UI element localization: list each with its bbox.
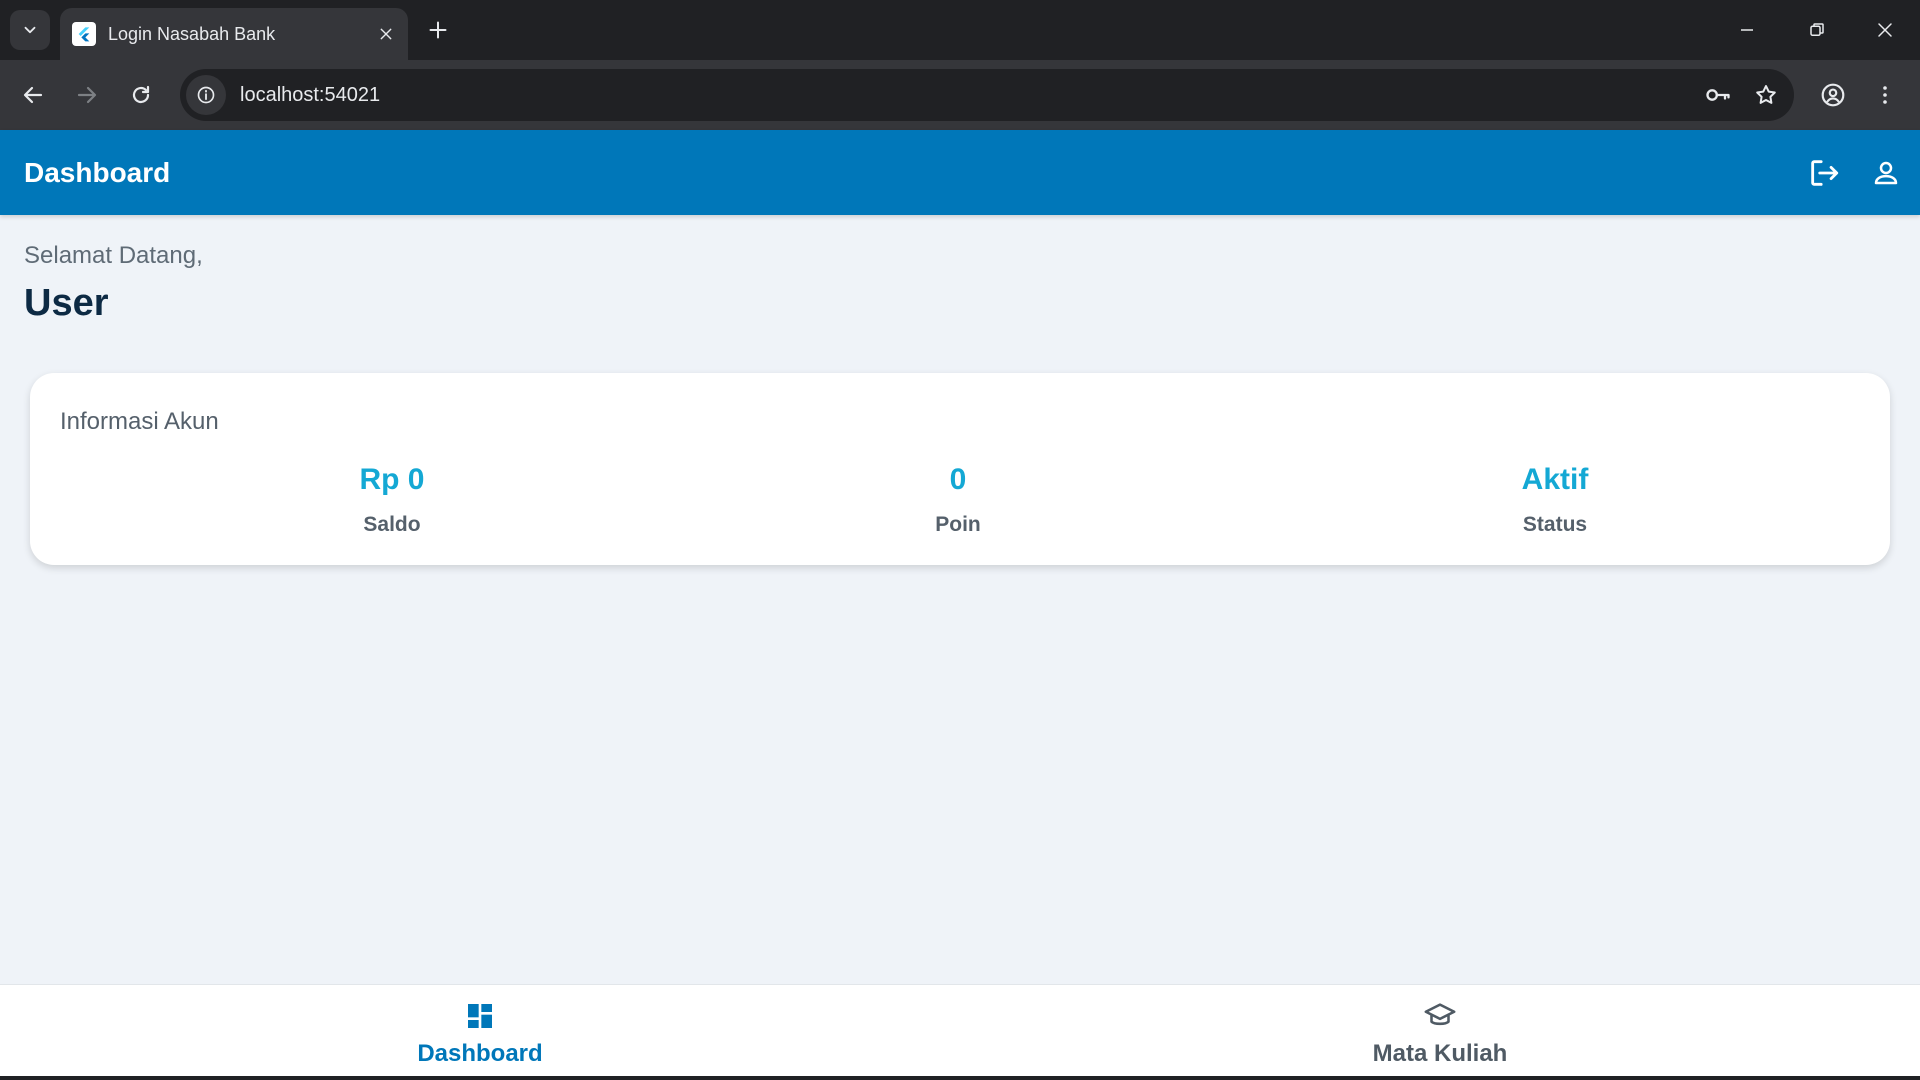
browser-toolbar: localhost:54021 (0, 60, 1920, 130)
profile-button[interactable] (1812, 74, 1854, 116)
new-tab-button[interactable] (418, 12, 458, 48)
stat-label: Poin (935, 513, 981, 536)
account-circle-icon (1821, 83, 1845, 107)
logout-button[interactable] (1796, 145, 1852, 201)
star-icon (1756, 85, 1776, 104)
window-bottom-edge (0, 1076, 1920, 1080)
tab-close-button[interactable] (370, 18, 402, 50)
restore-button[interactable] (1782, 0, 1852, 60)
page-title: Dashboard (24, 156, 171, 188)
stat-value: Rp 0 (359, 463, 425, 496)
key-icon (1706, 89, 1730, 101)
arrow-right-icon (77, 86, 97, 104)
stat-saldo: Rp 0 Saldo (242, 463, 542, 537)
chevron-down-icon (24, 26, 36, 34)
stat-label: Saldo (363, 513, 421, 536)
reload-icon (132, 85, 150, 104)
card-title: Informasi Akun (60, 408, 219, 435)
nav-item-mata-kuliah[interactable]: Mata Kuliah (960, 985, 1920, 1080)
user-name: User (24, 282, 109, 324)
more-vert-icon (1883, 86, 1887, 104)
nav-item-dashboard[interactable]: Dashboard (0, 985, 960, 1080)
profile-button[interactable] (1858, 145, 1914, 201)
app-bar: Dashboard (0, 130, 1920, 215)
close-icon (380, 28, 392, 40)
welcome-greeting: Selamat Datang, (24, 242, 203, 269)
browser-menu-button[interactable] (1864, 74, 1906, 116)
tab-title: Login Nasabah Bank (108, 23, 276, 44)
stat-value: Aktif (1521, 463, 1589, 496)
logout-icon (1811, 159, 1839, 186)
account-info-card: Informasi Akun Rp 0 Saldo 0 Poin Aktif S… (30, 373, 1890, 565)
stat-status: Aktif Status (1405, 463, 1705, 537)
arrow-left-icon (23, 86, 43, 104)
url-text[interactable]: localhost:54021 (240, 84, 1698, 107)
info-icon (197, 86, 215, 104)
stat-label: Status (1522, 513, 1588, 536)
person-icon (1874, 161, 1898, 184)
bookmark-button[interactable] (1746, 75, 1786, 115)
nav-item-label: Mata Kuliah (1372, 1040, 1508, 1067)
reload-button[interactable] (120, 74, 162, 116)
close-icon (1878, 23, 1892, 37)
dashboard-icon (462, 998, 498, 1034)
school-icon (1422, 998, 1458, 1034)
plus-icon (429, 21, 447, 39)
browser-tab-bar: Login Nasabah Bank (0, 0, 1920, 60)
nav-item-label: Dashboard (417, 1040, 543, 1067)
password-button[interactable] (1698, 75, 1738, 115)
minimize-button[interactable] (1712, 0, 1782, 60)
stat-poin: 0 Poin (808, 463, 1108, 537)
restore-icon (1810, 23, 1824, 36)
bottom-navigation: Dashboard Mata Kuliah (0, 984, 1920, 1080)
flutter-logo-icon (72, 22, 96, 46)
stat-value: 0 (949, 463, 967, 496)
app-viewport: Dashboard Selamat Datang, User Informasi… (0, 130, 1920, 1080)
forward-button[interactable] (66, 74, 108, 116)
address-bar[interactable]: localhost:54021 (180, 69, 1794, 121)
close-window-button[interactable] (1850, 0, 1920, 60)
site-info-button[interactable] (186, 75, 226, 115)
back-button[interactable] (12, 74, 54, 116)
browser-tab[interactable]: Login Nasabah Bank (60, 8, 408, 60)
tab-search-button[interactable] (10, 10, 50, 50)
minimize-icon (1741, 29, 1753, 31)
